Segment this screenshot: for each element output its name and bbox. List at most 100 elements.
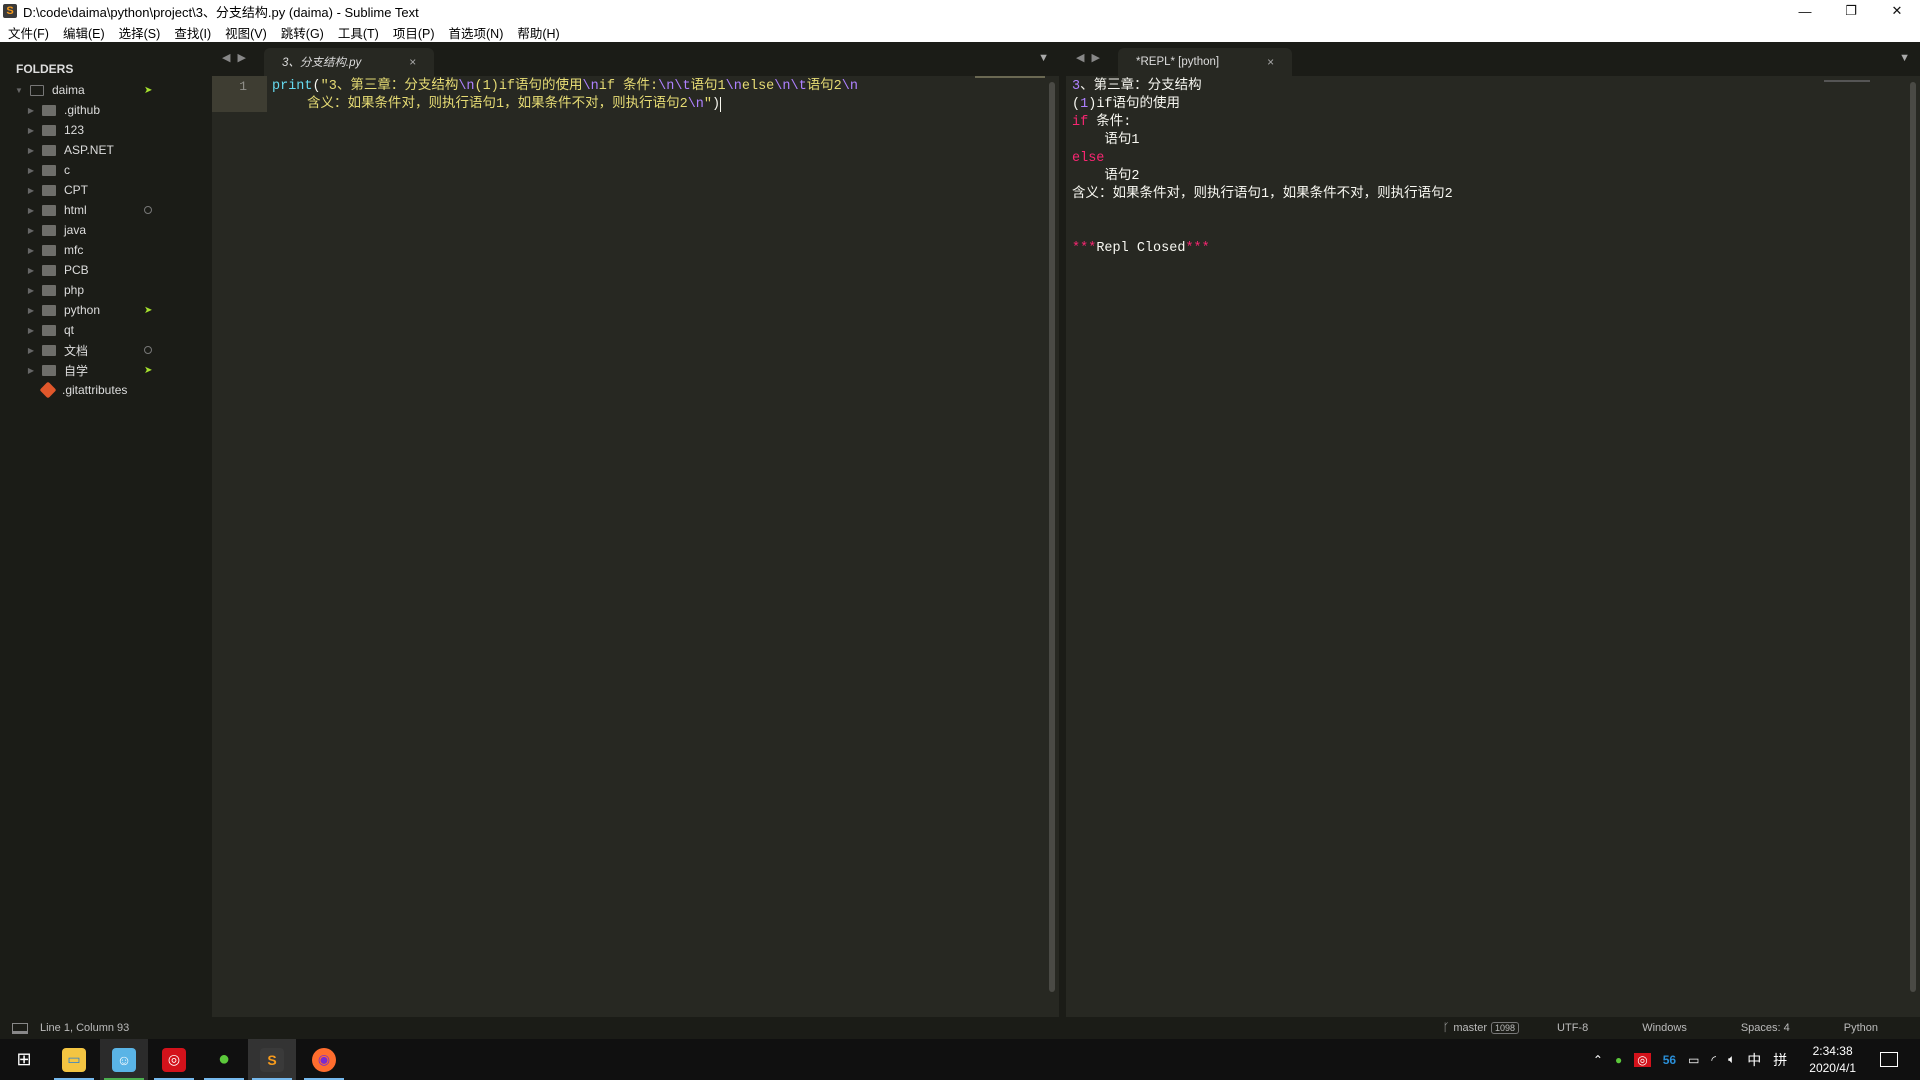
tree-file-gitattributes[interactable]: .gitattributes — [0, 380, 212, 400]
taskbar-app-file-explorer[interactable]: ▭ — [50, 1039, 98, 1080]
clock[interactable]: 2:34:38 2020/4/1 — [1809, 1043, 1856, 1077]
code-string: 语句2 — [806, 79, 842, 94]
collapsed-arrow-icon[interactable]: ▶ — [26, 326, 36, 335]
tree-item-folder[interactable]: ▶ 文档 — [0, 340, 212, 360]
tree-item-folder[interactable]: ▶ html — [0, 200, 212, 220]
repl-output[interactable]: 3、第三章：分支结构 (1)if语句的使用 if 条件: 语句1 else 语句… — [1066, 76, 1920, 1017]
tree-item-folder[interactable]: ▶ PCB — [0, 260, 212, 280]
tab-nav-arrows-icon[interactable]: ◀ ▶ — [222, 51, 248, 64]
tree-item-folder[interactable]: ▶ 123 — [0, 120, 212, 140]
folder-icon — [42, 344, 56, 356]
tray-wechat-icon[interactable]: ● — [1615, 1053, 1622, 1067]
start-button[interactable]: ⊞ — [0, 1039, 48, 1080]
tree-item-folder[interactable]: ▶ java — [0, 220, 212, 240]
collapsed-arrow-icon[interactable]: ▶ — [26, 206, 36, 215]
repl-scrollbar[interactable] — [1910, 82, 1916, 992]
tree-item-folder[interactable]: ▶ python ➤ — [0, 300, 212, 320]
tree-root-daima[interactable]: ▼ daima ➤ — [0, 80, 212, 100]
pane-splitter[interactable] — [1059, 42, 1066, 1017]
git-untracked-icon — [144, 206, 152, 214]
tab-list-dropdown-icon[interactable]: ▼ — [1038, 52, 1049, 64]
line-endings[interactable]: Windows — [1642, 1022, 1687, 1034]
repl-line: 含义：如果条件对，则执行语句1，如果条件不对，则执行语句2 — [1072, 187, 1453, 202]
repl-stars: *** — [1185, 241, 1210, 256]
taskbar-app-sublime-text[interactable]: S — [248, 1039, 296, 1080]
tree-item-folder[interactable]: ▶ qt — [0, 320, 212, 340]
menu-project[interactable]: 项目(P) — [386, 23, 442, 42]
taskbar-app-firefox[interactable]: ◉ — [300, 1039, 348, 1080]
tree-item-label: java — [64, 223, 87, 237]
tab-repl[interactable]: *REPL* [python] × — [1118, 48, 1293, 76]
volume-icon[interactable]: 🔈︎ — [1728, 1052, 1735, 1067]
tray-expand-icon[interactable]: ⌃ — [1593, 1053, 1603, 1067]
menu-tools[interactable]: 工具(T) — [331, 23, 386, 42]
tab-list-dropdown-icon[interactable]: ▼ — [1899, 52, 1910, 64]
minimap[interactable] — [975, 76, 1045, 78]
tree-item-folder[interactable]: ▶ mfc — [0, 240, 212, 260]
ime-mode-indicator[interactable]: 拼 — [1773, 1050, 1787, 1070]
collapsed-arrow-icon[interactable]: ▶ — [26, 146, 36, 155]
tab-file[interactable]: 3、分支结构.py × — [264, 48, 435, 76]
panel-toggle-icon[interactable] — [12, 1022, 28, 1034]
menu-help[interactable]: 帮助(H) — [510, 23, 566, 42]
battery-icon[interactable]: ▭ — [1688, 1053, 1699, 1067]
tree-item-folder[interactable]: ▶ CPT — [0, 180, 212, 200]
tab-close-icon[interactable]: × — [1267, 55, 1274, 69]
code-editor[interactable]: 1 print("3、第三章：分支结构\n(1)if语句的使用\nif 条件:\… — [212, 76, 1059, 1017]
syntax[interactable]: Python — [1844, 1022, 1878, 1034]
tray-netease-icon[interactable]: ◎ — [1634, 1052, 1651, 1067]
tree-item-folder[interactable]: ▶ .github — [0, 100, 212, 120]
close-button[interactable]: ✕ — [1874, 0, 1920, 22]
collapsed-arrow-icon[interactable]: ▶ — [26, 246, 36, 255]
folder-icon — [42, 304, 56, 316]
taskbar-app-netease-music[interactable]: ◎ — [150, 1039, 198, 1080]
collapsed-arrow-icon[interactable]: ▶ — [26, 346, 36, 355]
notification-center-icon[interactable] — [1880, 1052, 1898, 1067]
tab-label: 3、分支结构.py — [282, 57, 362, 69]
restore-button[interactable]: ❐ — [1828, 0, 1874, 22]
collapsed-arrow-icon[interactable]: ▶ — [26, 106, 36, 115]
tree-item-folder[interactable]: ▶ c — [0, 160, 212, 180]
menu-edit[interactable]: 编辑(E) — [56, 23, 112, 42]
tray-sogou-icon[interactable]: 56 — [1663, 1053, 1676, 1067]
menu-find[interactable]: 查找(I) — [167, 23, 218, 42]
wifi-icon[interactable]: ◜ — [1711, 1053, 1716, 1067]
git-branch[interactable]: master — [1453, 1022, 1487, 1034]
ime-lang-indicator[interactable]: 中 — [1747, 1050, 1761, 1070]
code-line[interactable]: print("3、第三章：分支结构\n(1)if语句的使用\nif 条件:\n\… — [272, 78, 858, 114]
tree-item-folder[interactable]: ▶ php — [0, 280, 212, 300]
tree-item-folder[interactable]: ▶ 自学 ➤ — [0, 360, 212, 380]
encoding[interactable]: UTF-8 — [1557, 1022, 1588, 1034]
menu-view[interactable]: 视图(V) — [218, 23, 274, 42]
indentation[interactable]: Spaces: 4 — [1741, 1022, 1790, 1034]
collapsed-arrow-icon[interactable]: ▶ — [26, 166, 36, 175]
menu-preferences[interactable]: 首选项(N) — [442, 23, 511, 42]
collapsed-arrow-icon[interactable]: ▶ — [26, 226, 36, 235]
collapsed-arrow-icon[interactable]: ▶ — [26, 306, 36, 315]
menu-goto[interactable]: 跳转(G) — [274, 23, 331, 42]
code-paren: ( — [312, 79, 321, 94]
window-titlebar: S D:\code\daima\python\project\3、分支结构.py… — [0, 0, 1920, 22]
minimap[interactable] — [1824, 80, 1870, 82]
collapsed-arrow-icon[interactable]: ▶ — [26, 366, 36, 375]
tab-close-icon[interactable]: × — [409, 55, 416, 69]
menu-file[interactable]: 文件(F) — [0, 23, 56, 42]
editor-tabbar: ◀ ▶ 3、分支结构.py × ▼ — [212, 42, 1059, 76]
taskbar-app-wechat[interactable]: ● — [200, 1039, 248, 1080]
minimize-button[interactable]: — — [1782, 0, 1828, 22]
tree-item-label: php — [64, 283, 85, 297]
collapsed-arrow-icon[interactable]: ▶ — [26, 266, 36, 275]
expanded-arrow-icon[interactable]: ▼ — [14, 86, 24, 95]
editor-scrollbar[interactable] — [1049, 82, 1055, 992]
tree-item-folder[interactable]: ▶ ASP.NET — [0, 140, 212, 160]
repl-line: 条件: — [1088, 115, 1132, 130]
taskbar-app-blue[interactable]: ☺ — [100, 1039, 148, 1080]
collapsed-arrow-icon[interactable]: ▶ — [26, 286, 36, 295]
tree-item-label: python — [64, 303, 101, 317]
collapsed-arrow-icon[interactable]: ▶ — [26, 126, 36, 135]
menu-selection[interactable]: 选择(S) — [112, 23, 168, 42]
cursor-position[interactable]: Line 1, Column 93 — [40, 1022, 129, 1034]
tab-nav-arrows-icon[interactable]: ◀ ▶ — [1076, 51, 1102, 64]
collapsed-arrow-icon[interactable]: ▶ — [26, 186, 36, 195]
wechat-icon: ● — [217, 1048, 231, 1070]
